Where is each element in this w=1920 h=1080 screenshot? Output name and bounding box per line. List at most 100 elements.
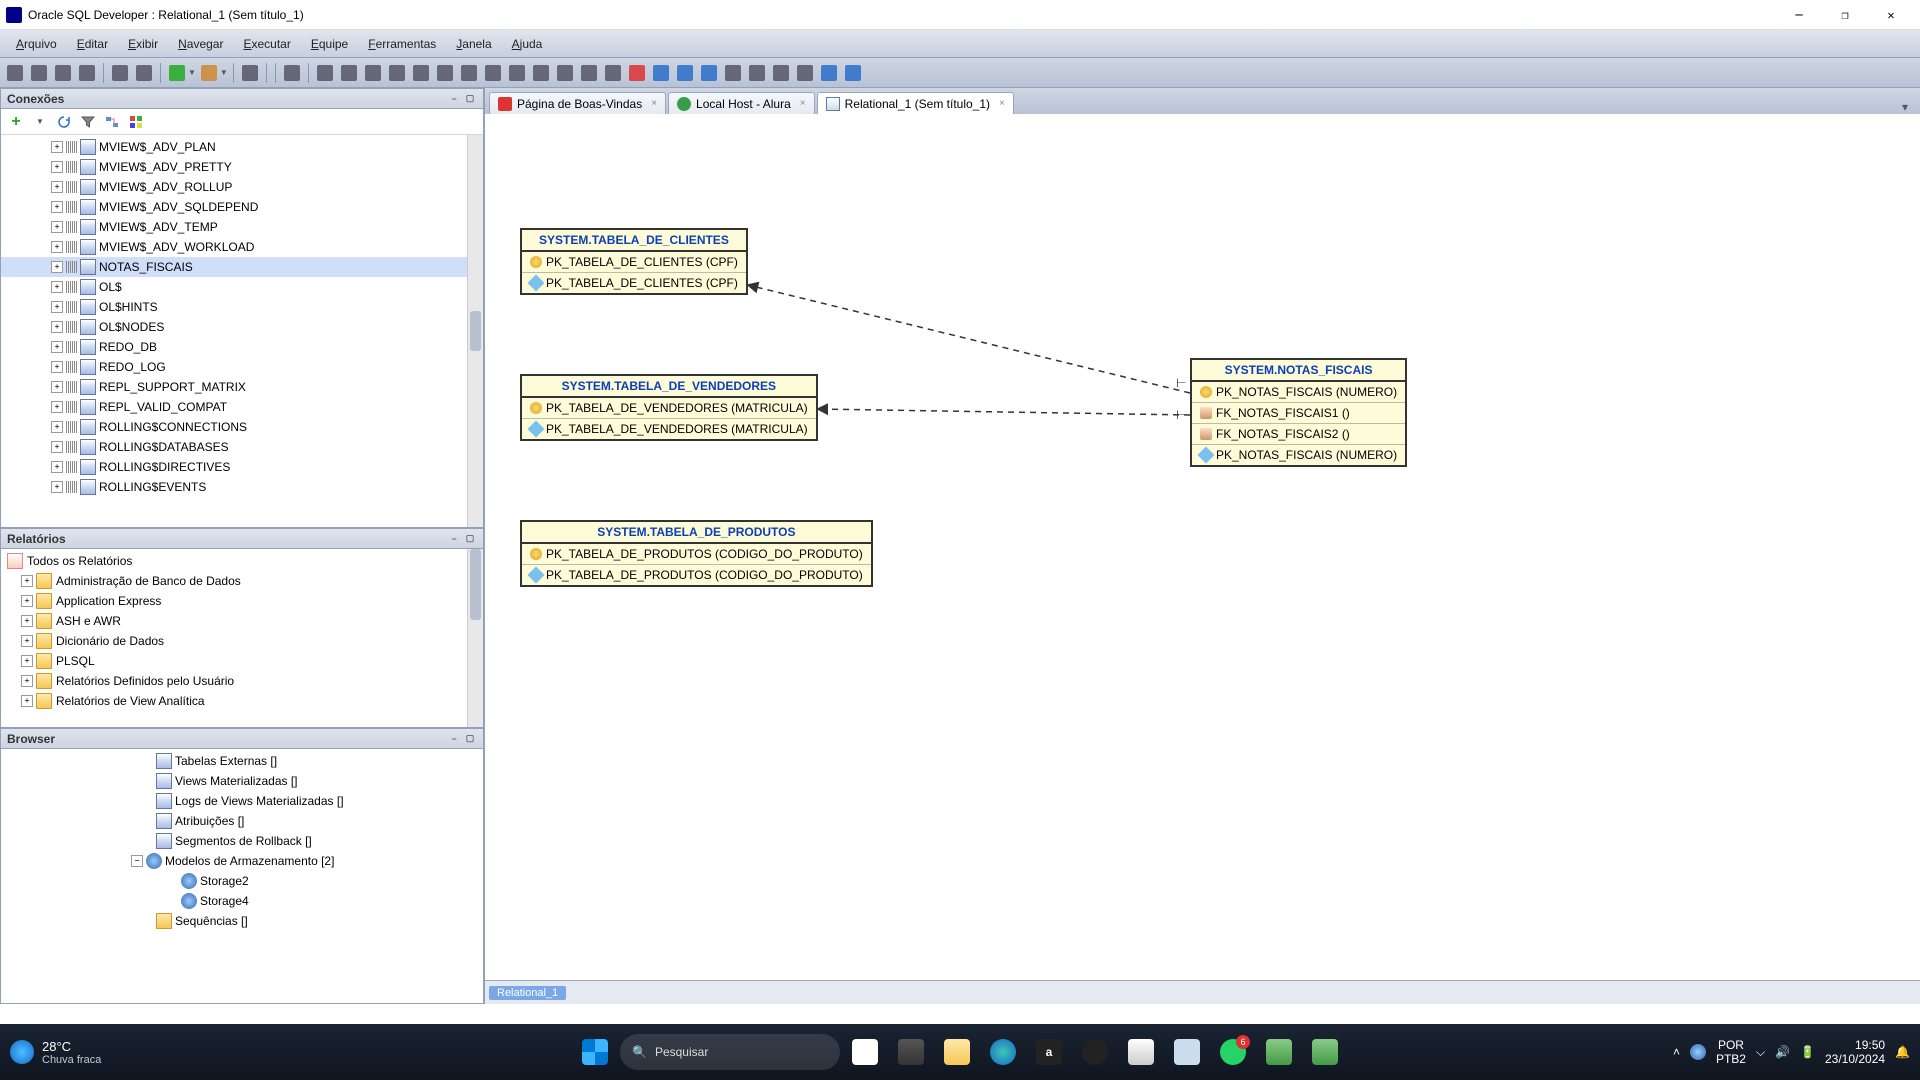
connection-node[interactable]: +REPL_VALID_COMPAT [1, 397, 483, 417]
connection-node[interactable]: +ROLLING$EVENTS [1, 477, 483, 497]
report-folder[interactable]: +Relatórios de View Analítica [1, 691, 483, 711]
dropdown-icon[interactable]: ▼ [188, 68, 196, 77]
connection-node[interactable]: +ROLLING$DATABASES [1, 437, 483, 457]
run-button[interactable] [166, 62, 188, 84]
arrow-button[interactable] [482, 62, 504, 84]
folder-button[interactable] [578, 62, 600, 84]
weather-widget[interactable]: 28°C Chuva fraca [10, 1039, 101, 1066]
browser-tree[interactable]: Tabelas Externas []Views Materializadas … [1, 749, 483, 933]
dropdown-icon[interactable]: ▼ [29, 111, 51, 133]
saveall-button[interactable] [76, 62, 98, 84]
battery-icon[interactable]: 🔋 [1800, 1045, 1815, 1059]
color-icon[interactable] [125, 111, 147, 133]
app-chatgpt[interactable] [1074, 1032, 1116, 1072]
warn-button[interactable] [434, 62, 456, 84]
menu-navegar[interactable]: Navegar [168, 33, 233, 55]
connection-node[interactable]: +REDO_DB [1, 337, 483, 357]
zoomin-button[interactable] [698, 62, 720, 84]
fit-button[interactable] [722, 62, 744, 84]
entity-column[interactable]: PK_TABELA_DE_CLIENTES (CPF) [522, 252, 746, 273]
browser-node[interactable]: Sequências [] [1, 911, 483, 931]
new-button[interactable] [4, 62, 26, 84]
report-folder[interactable]: +PLSQL [1, 651, 483, 671]
notifications-icon[interactable]: 🔔 [1895, 1045, 1910, 1059]
panel-detach-icon[interactable]: ▢ [463, 92, 477, 106]
entity-vendedores[interactable]: SYSTEM.TABELA_DE_VENDEDORESPK_TABELA_DE_… [520, 374, 818, 441]
browser-node[interactable]: Atribuições [] [1, 811, 483, 831]
find-button[interactable] [281, 62, 303, 84]
menu-equipe[interactable]: Equipe [301, 33, 358, 55]
app-a[interactable]: a [1028, 1032, 1070, 1072]
report-folder[interactable]: +ASH e AWR [1, 611, 483, 631]
menu-executar[interactable]: Executar [233, 33, 300, 55]
taskbar-search[interactable]: 🔍 Pesquisar [620, 1034, 840, 1070]
maximize-button[interactable]: ❐ [1822, 0, 1868, 30]
cursor-button[interactable] [314, 62, 336, 84]
browser-node[interactable]: Tabelas Externas [] [1, 751, 483, 771]
clock[interactable]: 19:50 23/10/2024 [1825, 1038, 1885, 1066]
close-icon[interactable]: × [999, 98, 1005, 109]
report-folder[interactable]: +Application Express [1, 591, 483, 611]
editor-tab[interactable]: Página de Boas-Vindas× [489, 92, 666, 114]
dropdown-icon[interactable]: ▼ [220, 68, 228, 77]
connection-node[interactable]: +MVIEW$_ADV_TEMP [1, 217, 483, 237]
browser-node[interactable]: Logs de Views Materializadas [] [1, 791, 483, 811]
connection-node[interactable]: +MVIEW$_ADV_PLAN [1, 137, 483, 157]
refresh-icon[interactable] [53, 111, 75, 133]
layout-button[interactable] [770, 62, 792, 84]
app-taskview[interactable] [890, 1032, 932, 1072]
entity-column[interactable]: PK_TABELA_DE_PRODUTOS (CODIGO_DO_PRODUTO… [522, 544, 871, 565]
entity-produtos[interactable]: SYSTEM.TABELA_DE_PRODUTOSPK_TABELA_DE_PR… [520, 520, 873, 587]
save-button[interactable] [52, 62, 74, 84]
connection-node[interactable]: +ROLLING$CONNECTIONS [1, 417, 483, 437]
entity-notas[interactable]: SYSTEM.NOTAS_FISCAISPK_NOTAS_FISCAIS (NU… [1190, 358, 1407, 467]
connection-node[interactable]: +OL$HINTS [1, 297, 483, 317]
onedrive-icon[interactable] [1690, 1044, 1706, 1060]
zoomout-button[interactable] [674, 62, 696, 84]
stop-button[interactable] [239, 62, 261, 84]
language-indicator[interactable]: POR PTB2 [1716, 1038, 1746, 1066]
reports-scrollbar[interactable] [467, 549, 483, 727]
relational-chip[interactable]: Relational_1 [489, 986, 566, 1000]
browser-node[interactable]: Segmentos de Rollback [] [1, 831, 483, 851]
panel-minimize-icon[interactable]: − [447, 92, 461, 106]
connection-node[interactable]: +NOTAS_FISCAIS [1, 257, 483, 277]
panel-detach-icon[interactable]: ▢ [463, 732, 477, 746]
validate-button[interactable] [410, 62, 432, 84]
app-cat[interactable] [844, 1032, 886, 1072]
shop3-button[interactable] [554, 62, 576, 84]
calendar-button[interactable] [386, 62, 408, 84]
x-button[interactable] [626, 62, 648, 84]
close-icon[interactable]: × [800, 98, 806, 109]
wifi-icon[interactable]: ⌵ [1756, 1045, 1765, 1060]
menu-janela[interactable]: Janela [446, 33, 501, 55]
next-button[interactable] [842, 62, 864, 84]
entity-column[interactable]: PK_NOTAS_FISCAIS (NUMERO) [1192, 445, 1405, 465]
app-store[interactable] [1120, 1032, 1162, 1072]
tray-chevron-icon[interactable]: ˄ [1673, 1045, 1680, 1059]
shop-button[interactable] [506, 62, 528, 84]
link-icon[interactable] [101, 111, 123, 133]
report-folder[interactable]: +Administração de Banco de Dados [1, 571, 483, 591]
entity-column[interactable]: PK_TABELA_DE_VENDEDORES (MATRICULA) [522, 419, 816, 439]
connection-node[interactable]: +REPL_SUPPORT_MATRIX [1, 377, 483, 397]
browser-node[interactable]: −Modelos de Armazenamento [2] [1, 851, 483, 871]
link-button[interactable] [794, 62, 816, 84]
connection-node[interactable]: +OL$NODES [1, 317, 483, 337]
open-button[interactable] [28, 62, 50, 84]
menu-ferramentas[interactable]: Ferramentas [358, 33, 446, 55]
shop2-button[interactable] [530, 62, 552, 84]
forward-button[interactable] [458, 62, 480, 84]
connection-node[interactable]: +ROLLING$DIRECTIVES [1, 457, 483, 477]
menu-ajuda[interactable]: Ajuda [502, 33, 553, 55]
entity-column[interactable]: FK_NOTAS_FISCAIS1 () [1192, 403, 1405, 424]
start-button[interactable] [574, 1032, 616, 1072]
app-explorer[interactable] [936, 1032, 978, 1072]
app-edge[interactable] [982, 1032, 1024, 1072]
connection-node[interactable]: +MVIEW$_ADV_PRETTY [1, 157, 483, 177]
panel-detach-icon[interactable]: ▢ [463, 532, 477, 546]
back2-button[interactable] [650, 62, 672, 84]
app-whatsapp[interactable]: 6 [1212, 1032, 1254, 1072]
connections-scrollbar[interactable] [467, 135, 483, 527]
debug-button[interactable] [198, 62, 220, 84]
